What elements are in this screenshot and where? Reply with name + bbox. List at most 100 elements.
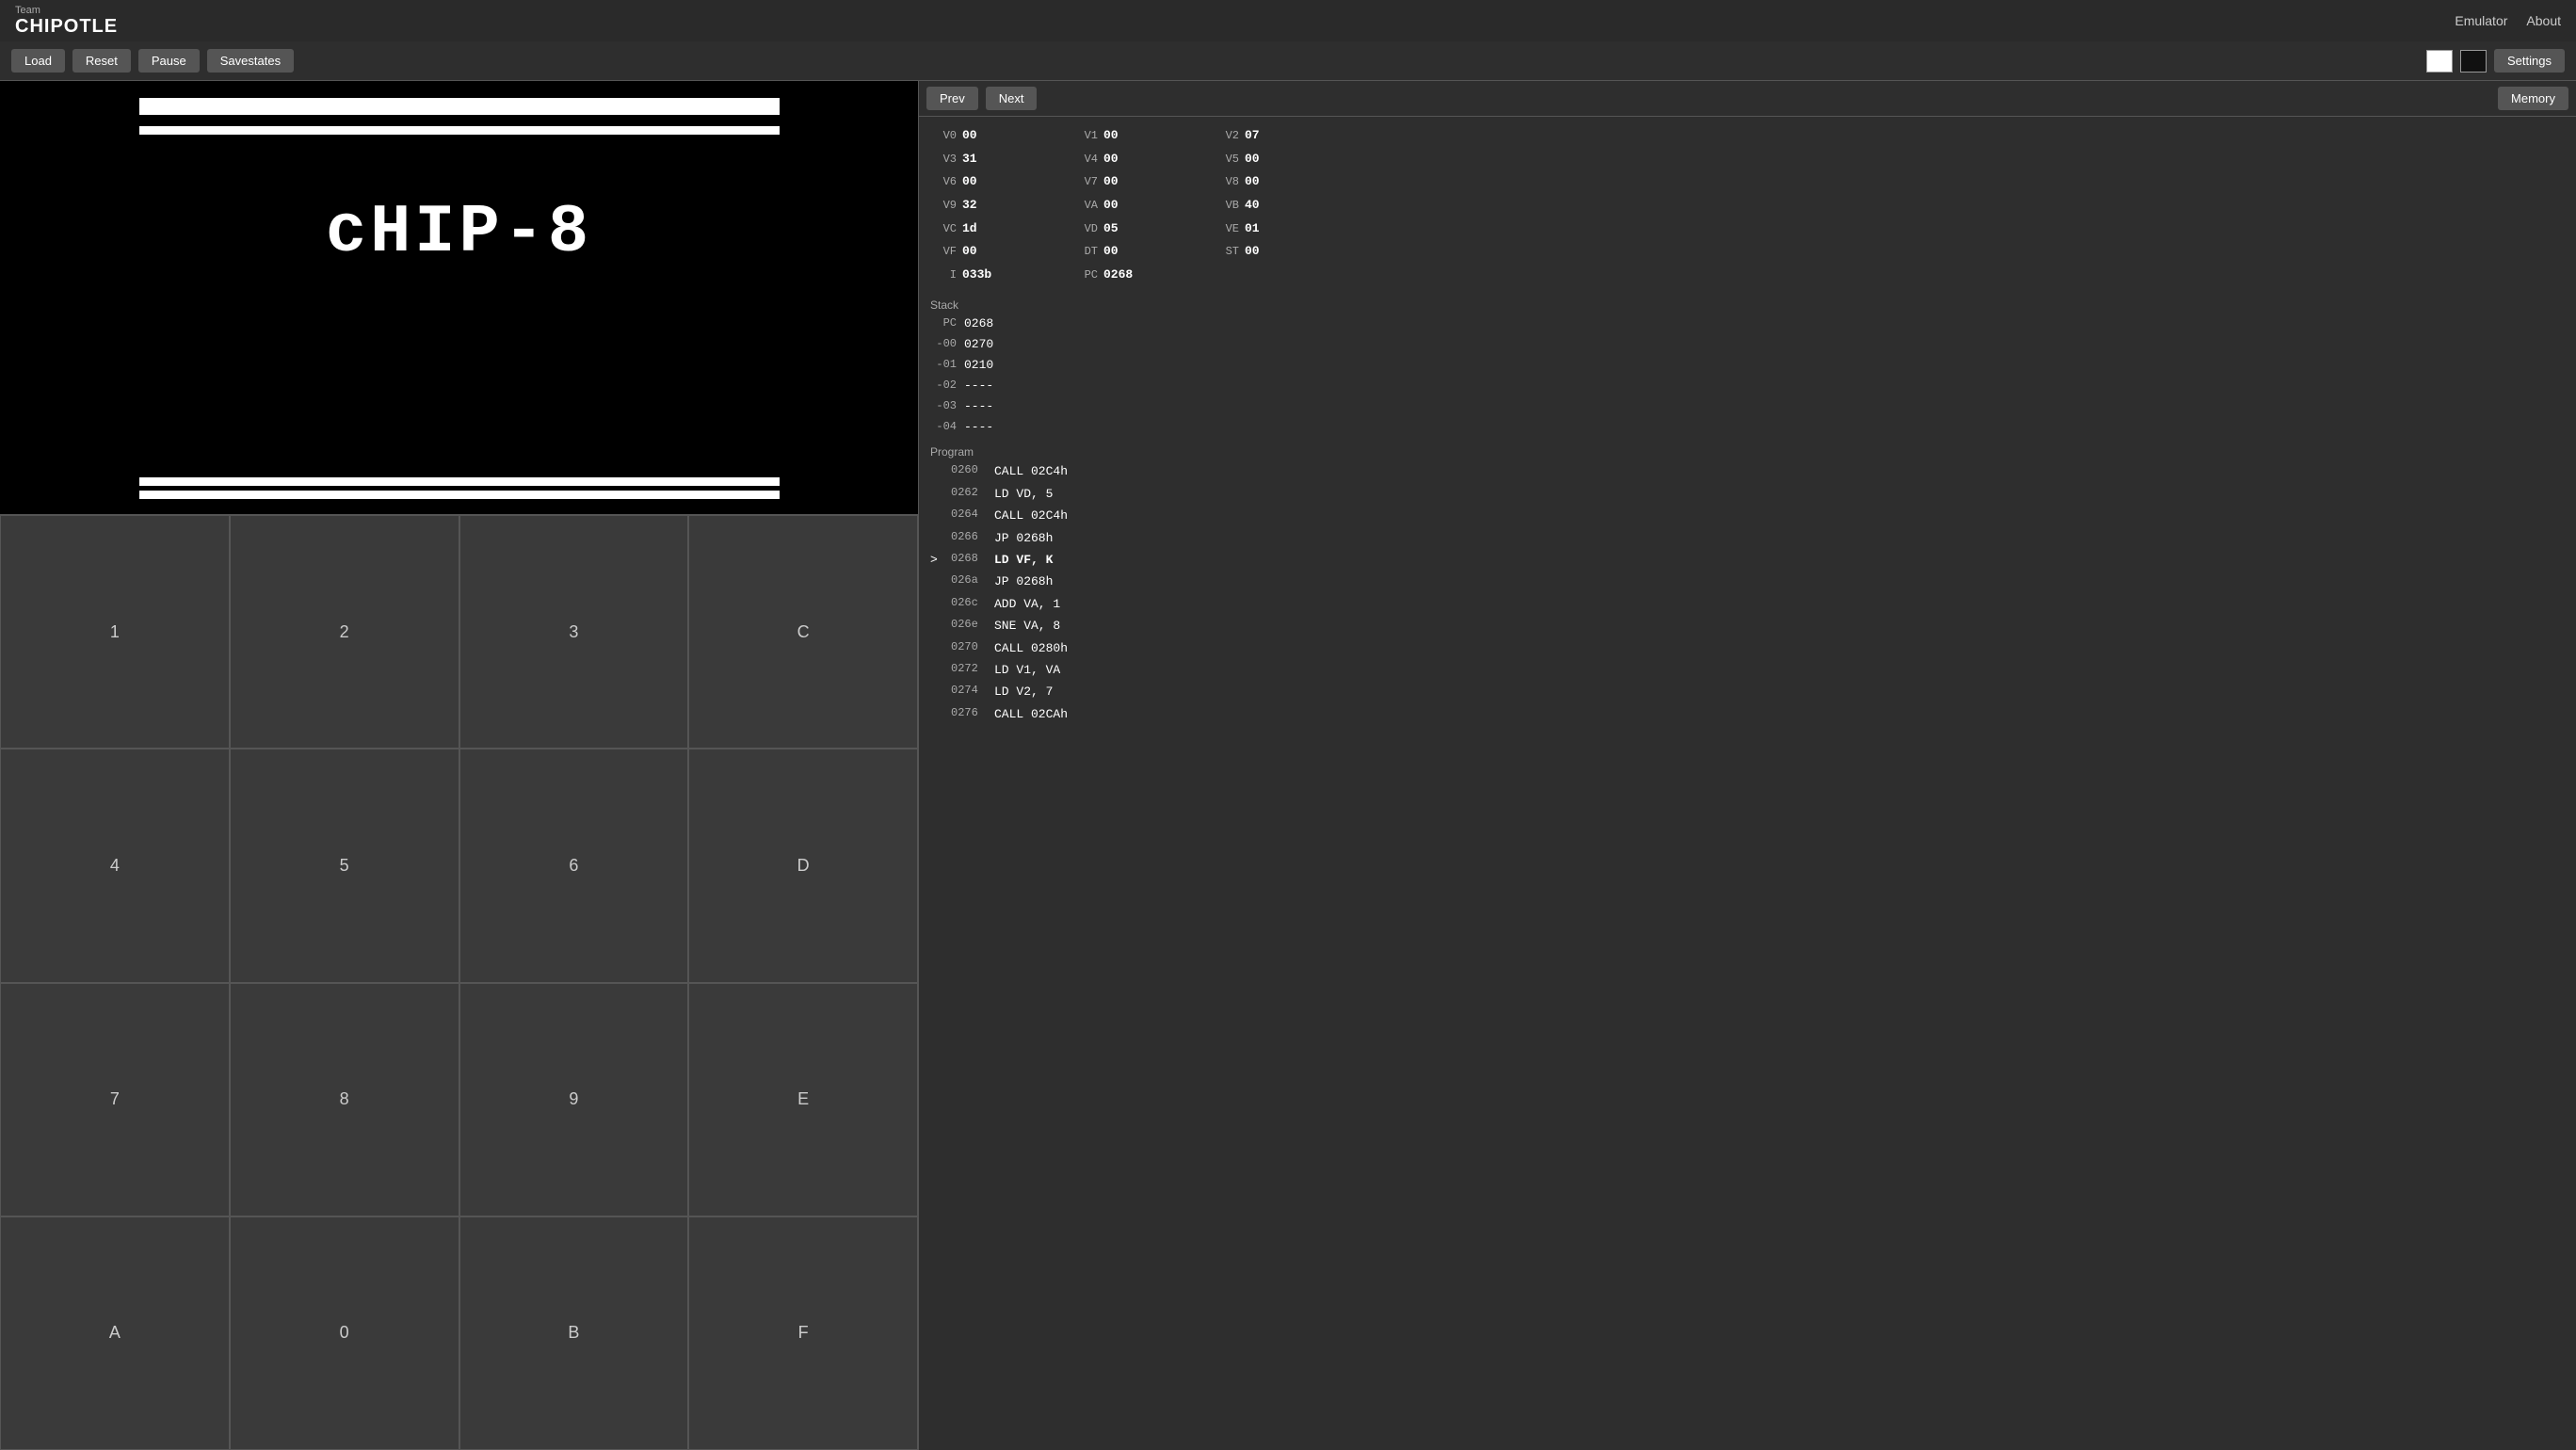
reg-item-vd: VD05 [1071, 218, 1213, 241]
reg-name-v8: V8 [1213, 171, 1239, 193]
prog-row-0266: 0266JP 0268h [930, 527, 2565, 549]
stack-label: -00 [930, 334, 957, 355]
prog-addr: 0260 [951, 460, 987, 482]
reg-name-v0: V0 [930, 125, 957, 147]
stack-val: ---- [964, 417, 993, 438]
prog-arrow [930, 681, 943, 702]
prog-instr: CALL 02C4h [994, 460, 1068, 482]
reg-item-st: ST00 [1213, 240, 1354, 264]
reg-val-v4: 00 [1103, 148, 1119, 171]
reg-name-vf: VF [930, 241, 957, 263]
prog-arrow [930, 637, 943, 659]
nav-emulator[interactable]: Emulator [2455, 13, 2507, 28]
prog-addr: 0276 [951, 703, 987, 725]
title-bar: Team CHIPOTLE Emulator About [0, 0, 2576, 41]
key-3[interactable]: 3 [459, 515, 689, 749]
stack-label: PC [930, 314, 957, 334]
key-8[interactable]: 8 [230, 983, 459, 1216]
reg-name-v1: V1 [1071, 125, 1098, 147]
prog-instr: CALL 02C4h [994, 505, 1068, 526]
debug-toolbar: Prev Next Memory [919, 81, 2576, 117]
right-panel: Prev Next Memory V000V100V207V331V400V50… [918, 81, 2576, 1450]
reg-item-v0: V000 [930, 124, 1071, 148]
reg-val-pc: 0268 [1103, 264, 1133, 287]
reg-row-3: V932VA00VB40 [930, 194, 2565, 218]
reset-button[interactable]: Reset [72, 49, 131, 72]
reg-val-v6: 00 [962, 170, 977, 194]
reg-name-v9: V9 [930, 195, 957, 217]
prog-addr: 026c [951, 593, 987, 615]
screen-bar-top-1 [139, 98, 780, 115]
reg-val-v7: 00 [1103, 170, 1119, 194]
key-4[interactable]: 4 [0, 749, 230, 982]
reg-item-i: I033b [930, 264, 1071, 287]
chip8-logo: cHIP-8 [139, 194, 779, 271]
prev-button[interactable]: Prev [926, 87, 978, 110]
prog-addr: 026a [951, 571, 987, 592]
stack-val: 0270 [964, 334, 993, 355]
prog-arrow [930, 615, 943, 636]
reg-val-v3: 31 [962, 148, 977, 171]
key-B[interactable]: B [459, 1216, 689, 1450]
reg-val-dt: 00 [1103, 240, 1119, 264]
prog-arrow [930, 593, 943, 615]
reg-item-v7: V700 [1071, 170, 1213, 194]
key-1[interactable]: 1 [0, 515, 230, 749]
stack-row-_02: -02 ---- [930, 376, 2565, 396]
prog-arrow [930, 659, 943, 681]
savestates-button[interactable]: Savestates [207, 49, 294, 72]
stack-val: 0268 [964, 314, 993, 334]
stack-label: -02 [930, 376, 957, 396]
registers-panel: V000V100V207V331V400V500V600V700V800V932… [919, 117, 2576, 295]
key-A[interactable]: A [0, 1216, 230, 1450]
reg-name-pc: PC [1071, 265, 1098, 286]
stack-row-_04: -04---- [930, 417, 2565, 438]
toolbar: Load Reset Pause Savestates Settings [0, 41, 2576, 81]
reg-name-vb: VB [1213, 195, 1239, 217]
screen-bar-bot-1 [139, 477, 780, 486]
prog-addr: 0266 [951, 527, 987, 549]
key-0[interactable]: 0 [230, 1216, 459, 1450]
prog-arrow [930, 703, 943, 725]
reg-name-v5: V5 [1213, 149, 1239, 170]
reg-val-v2: 07 [1245, 124, 1260, 148]
key-5[interactable]: 5 [230, 749, 459, 982]
next-button[interactable]: Next [986, 87, 1038, 110]
reg-val-vb: 40 [1245, 194, 1260, 218]
prog-arrow [930, 527, 943, 549]
reg-val-vd: 05 [1103, 218, 1119, 241]
reg-name-v3: V3 [930, 149, 957, 170]
prog-arrow [930, 483, 943, 505]
key-E[interactable]: E [688, 983, 918, 1216]
app-title-block: Team CHIPOTLE [15, 5, 118, 37]
reg-item-v5: V5 00 [1213, 148, 1354, 171]
color-swatch-black[interactable] [2460, 50, 2487, 72]
prog-addr: 026e [951, 615, 987, 636]
key-D[interactable]: D [688, 749, 918, 982]
program-section: Program 0260CALL 02C4h0262LD VD, 50264CA… [919, 442, 2576, 1450]
reg-item-v1: V100 [1071, 124, 1213, 148]
settings-button[interactable]: Settings [2494, 49, 2565, 72]
key-2[interactable]: 2 [230, 515, 459, 749]
reg-row-4: VC1dVD05VE01 [930, 218, 2565, 241]
key-C[interactable]: C [688, 515, 918, 749]
memory-button[interactable]: Memory [2498, 87, 2568, 110]
key-F[interactable]: F [688, 1216, 918, 1450]
pause-button[interactable]: Pause [138, 49, 200, 72]
prog-arrow: > [930, 549, 943, 571]
key-7[interactable]: 7 [0, 983, 230, 1216]
reg-val-v5: 00 [1245, 148, 1260, 171]
prog-arrow [930, 505, 943, 526]
emulator-screen: cHIP-8 [0, 81, 918, 514]
stack-val: ---- [964, 396, 993, 417]
key-9[interactable]: 9 [459, 983, 689, 1216]
key-6[interactable]: 6 [459, 749, 689, 982]
prog-row-026e: 026eSNE VA, 8 [930, 615, 2565, 636]
load-button[interactable]: Load [11, 49, 65, 72]
prog-instr: LD VD, 5 [994, 483, 1053, 505]
reg-val-v8: 00 [1245, 170, 1260, 194]
nav-about[interactable]: About [2526, 13, 2561, 28]
stack-val: ---- [964, 376, 993, 396]
color-swatch-white[interactable] [2426, 50, 2453, 72]
reg-row-0: V000V100V207 [930, 124, 2565, 148]
